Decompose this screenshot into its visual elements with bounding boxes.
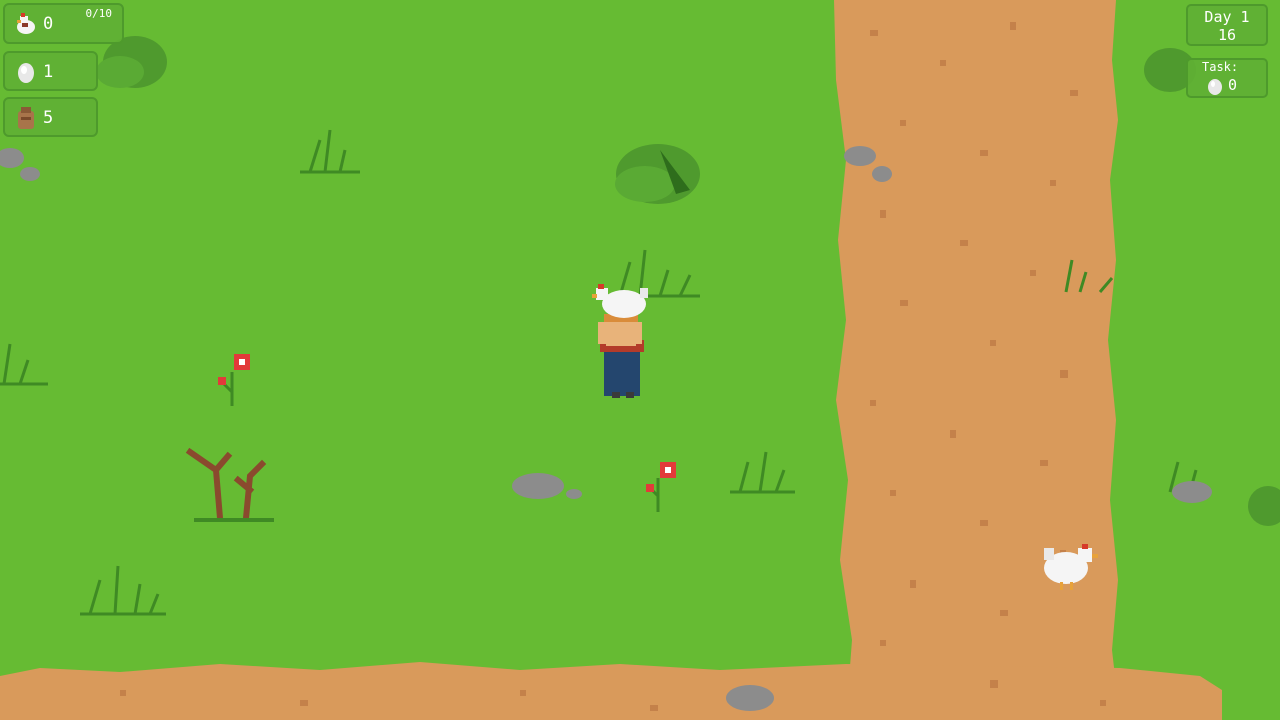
time-value: 16	[1217, 26, 1237, 44]
egg-icon	[18, 63, 34, 83]
game-world	[0, 0, 1280, 720]
task-label: Task:	[1202, 60, 1239, 74]
hud-feed-counter: 5	[3, 97, 98, 137]
dirt-road-horizontal	[0, 662, 1222, 720]
dirt-road-vertical	[834, 0, 1120, 720]
hud-chicken-counter: 0 0/10	[3, 3, 124, 44]
hud-egg-counter: 1	[3, 51, 98, 91]
feed-count: 5	[43, 108, 54, 128]
hud-task: Task: 0	[1186, 58, 1268, 98]
chicken-icon	[17, 13, 35, 34]
chicken-count: 0	[43, 14, 54, 34]
feed-sack-icon	[18, 107, 34, 129]
egg-icon	[1208, 79, 1222, 95]
chicken-capacity: 0/10	[85, 7, 113, 20]
day-label: Day 1	[1204, 8, 1250, 26]
task-value: 0	[1228, 76, 1238, 94]
egg-count: 1	[43, 62, 54, 82]
farmer-character	[598, 314, 644, 398]
hud-day-clock: Day 1 16	[1186, 4, 1268, 46]
